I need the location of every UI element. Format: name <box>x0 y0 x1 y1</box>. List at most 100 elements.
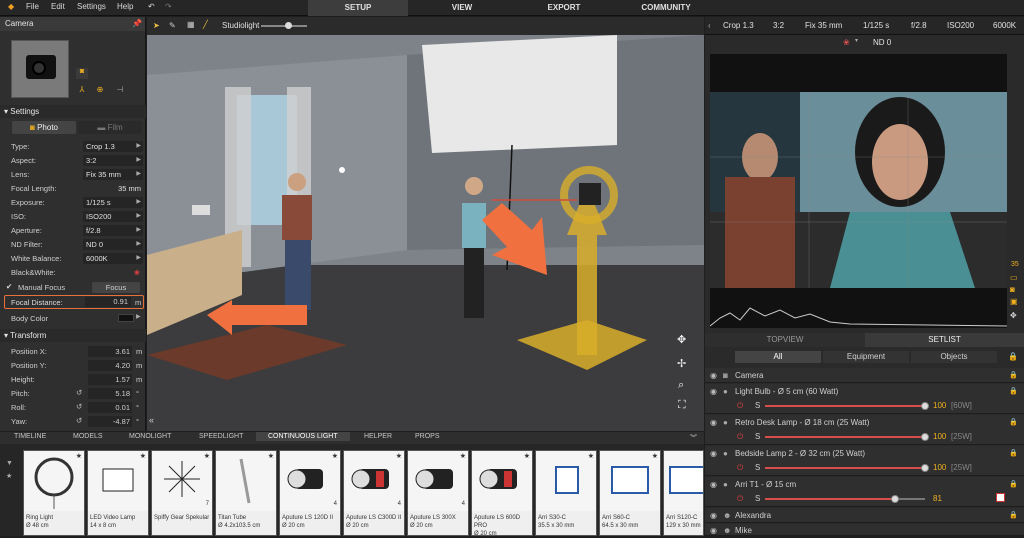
lock-icon[interactable]: 🔒 <box>1009 449 1018 457</box>
intensity-slider[interactable] <box>765 498 895 500</box>
lock-icon[interactable]: 🔒 <box>1009 480 1018 488</box>
move-icon[interactable]: ✥ <box>1010 311 1017 320</box>
3d-viewport[interactable]: ➤ ✎ ▦ ╱ Studiolight ✥ ✢ ⌕ ⛶ « <box>147 17 704 431</box>
exposure-select[interactable]: 1/125 s ▶ <box>83 197 143 208</box>
intensity-slider[interactable] <box>765 436 925 438</box>
roll-input[interactable]: 0.01 <box>88 402 132 413</box>
grid-icon[interactable]: ▦ <box>187 20 195 29</box>
menu-settings[interactable]: Settings <box>77 2 106 11</box>
library-card-spiffy-gear[interactable]: ★ 7 Spiffy Gear Spekular <box>151 450 213 536</box>
crop-icon[interactable]: ▣ <box>1010 297 1018 306</box>
star-icon[interactable]: ★ <box>140 452 146 460</box>
reset-icon[interactable]: ↺ <box>76 416 82 425</box>
slider-knob[interactable] <box>921 433 929 441</box>
photo-camera-icon[interactable]: ◙ <box>76 68 88 79</box>
library-card-arri-s30c[interactable]: ★ Arri S30-C 35.5 x 30 mm <box>535 450 597 536</box>
collapse-icon[interactable]: ︾ <box>690 433 697 443</box>
aspect-select[interactable]: 3:2 ▶ <box>83 155 143 166</box>
power-icon[interactable]: ⏻ <box>737 401 743 411</box>
body-color-swatch[interactable] <box>118 314 134 322</box>
camera-preview[interactable] <box>710 92 1007 288</box>
pitch-input[interactable]: 5.18 <box>88 388 132 399</box>
intensity-slider[interactable] <box>765 405 925 407</box>
white-balance-select[interactable]: 6000K ▶ <box>83 253 143 264</box>
list-item[interactable]: ◉ ● Retro Desk Lamp - Ø 18 cm (25 Watt) 🔒 ⏻ S… <box>705 415 1024 445</box>
filter-objects[interactable]: Objects <box>911 351 997 363</box>
filter-equipment[interactable]: Equipment <box>823 351 909 363</box>
list-item[interactable]: ◉ ☻ Mike <box>705 524 1024 536</box>
star-icon[interactable]: ★ <box>396 452 402 460</box>
eye-icon[interactable]: ◉ <box>710 418 717 427</box>
white-balance-selector[interactable]: 6000K <box>993 21 1016 30</box>
pan-icon[interactable]: ✢ <box>677 357 686 370</box>
crop-selector[interactable]: Crop 1.3 <box>723 21 754 30</box>
slider-knob[interactable] <box>921 464 929 472</box>
tab-speedlight[interactable]: SPEEDLIGHT <box>199 433 243 440</box>
slider-knob[interactable] <box>921 402 929 410</box>
redo-icon[interactable]: ↷ <box>165 2 172 11</box>
aspect-selector[interactable]: 3:2 <box>773 21 784 30</box>
lock-icon[interactable]: 🔒 <box>1008 352 1018 361</box>
library-card-arri-s120c[interactable]: Arri S120-C 129 x 30 mm <box>663 450 704 536</box>
star-icon[interactable]: ★ <box>460 452 466 460</box>
type-select[interactable]: Crop 1.3 ▶ <box>83 141 143 152</box>
star-icon[interactable]: ★ <box>268 452 274 460</box>
tab-props[interactable]: PROPS <box>415 433 440 440</box>
menu-edit[interactable]: Edit <box>51 2 65 11</box>
orbit-icon[interactable]: ✥ <box>677 333 686 346</box>
zoom-icon[interactable]: ⌕ <box>678 379 684 392</box>
fit-view-icon[interactable]: ⛶ <box>678 399 686 412</box>
tab-continuous-light[interactable]: CONTINUOUS LIGHT <box>256 432 350 441</box>
tripod-icon[interactable]: ⅄ <box>76 85 88 96</box>
star-icon[interactable]: ★ <box>588 452 594 460</box>
aperture-select[interactable]: f/2.8 ▶ <box>83 225 143 236</box>
iso-select[interactable]: ISO200 ▶ <box>83 211 143 222</box>
library-card-titan-tube[interactable]: ★ Titan Tube Ø 4.2x103.5 cm <box>215 450 277 536</box>
tab-monolight[interactable]: MONOLIGHT <box>129 433 171 440</box>
tab-helper[interactable]: HELPER <box>364 433 392 440</box>
exposure-selector[interactable]: 1/125 s <box>863 21 889 30</box>
eye-icon[interactable]: ◉ <box>710 526 717 535</box>
eye-icon[interactable]: ◉ <box>710 387 717 396</box>
menu-file[interactable]: File <box>26 2 39 11</box>
lock-icon[interactable]: 🔒 <box>1009 387 1018 395</box>
color-wheel-icon[interactable]: ❀ <box>843 38 850 47</box>
gel-color-swatch[interactable] <box>996 493 1005 502</box>
photo-mode-button[interactable]: ◙ Photo <box>12 121 76 134</box>
intensity-slider[interactable] <box>765 467 925 469</box>
measure-icon[interactable]: ✎ <box>169 21 176 30</box>
library-card-aputure-120d[interactable]: ★ 4 Aputure LS 120D II Ø 20 cm <box>279 450 341 536</box>
library-card-led-video-lamp[interactable]: ★ LED Video Lamp 14 x 8 cm <box>87 450 149 536</box>
library-card-arri-s60c[interactable]: ★ Arri S60-C 64.5 x 30 mm <box>599 450 661 536</box>
collapse-left-icon[interactable]: « <box>149 415 154 425</box>
chevron-left-icon[interactable]: ‹ <box>708 21 711 30</box>
power-icon[interactable]: ⏻ <box>737 432 743 442</box>
library-card-ring-light[interactable]: ★ Ring Light Ø 48 cm <box>23 450 85 536</box>
power-icon[interactable]: ⏻ <box>737 494 743 504</box>
level-icon[interactable]: ⊣ <box>114 85 126 96</box>
manual-focus-checkbox[interactable]: ✔ <box>6 282 12 291</box>
tab-models[interactable]: MODELS <box>73 433 103 440</box>
favorites-icon[interactable]: ★ <box>6 472 12 480</box>
eye-icon[interactable]: ◉ <box>710 449 717 458</box>
eye-icon[interactable]: ◉ <box>710 511 717 520</box>
settings-section-header[interactable]: ▾ Settings <box>0 105 146 118</box>
star-icon[interactable]: ★ <box>76 452 82 460</box>
lock-icon[interactable]: 🔒 <box>1009 418 1018 426</box>
list-item[interactable]: ◉ ☻ Alexandra 🔒 <box>705 508 1024 523</box>
photo-icon[interactable]: ◙ <box>1010 285 1015 294</box>
select-arrow-icon[interactable]: ➤ <box>153 21 160 30</box>
height-input[interactable]: 1.57 <box>88 374 132 385</box>
studio-scene[interactable] <box>147 35 704 431</box>
library-card-aputure-600d[interactable]: ★ Aputure LS 600D PRO Ø 20 cm <box>471 450 533 537</box>
iso-selector[interactable]: ISO200 <box>947 21 974 30</box>
power-icon[interactable]: ⏻ <box>737 463 743 473</box>
slider-knob[interactable] <box>891 495 899 503</box>
nd-filter-select[interactable]: ND 0 ▶ <box>83 239 143 250</box>
focal-distance-input[interactable]: 0.91 <box>85 297 131 307</box>
target-icon[interactable]: ⊕ <box>94 85 106 96</box>
tab-community[interactable]: COMMUNITY <box>616 0 716 16</box>
position-y-input[interactable]: 4.20 <box>88 360 132 371</box>
tab-setlist[interactable]: SETLIST <box>865 333 1024 347</box>
list-item[interactable]: ◉ ◙ Camera 🔒 <box>705 368 1024 383</box>
